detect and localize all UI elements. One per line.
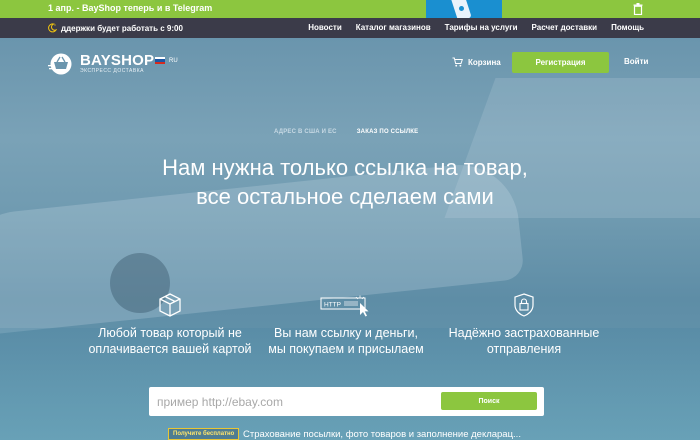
free-badge: Получите бесплатно	[168, 428, 240, 440]
hero-background	[0, 38, 700, 440]
nav-link-calculator[interactable]: Расчет доставки	[532, 23, 598, 32]
promo-bar: 1 апр. - BayShop теперь и в Telegram	[0, 0, 700, 18]
headline-line-2: все остальное сделаем сами	[196, 184, 494, 209]
cart-icon	[452, 57, 463, 67]
feature-1-line-1: Любой товар который не	[98, 326, 242, 340]
feature-1-line-2: оплачивается вашей картой	[88, 342, 252, 356]
nav-link-news[interactable]: Новости	[308, 23, 342, 32]
top-nav: ддержки будет работать с 9:00 Новости Ка…	[0, 18, 700, 38]
nav-link-catalog[interactable]: Каталог магазинов	[356, 23, 431, 32]
padlock-shield-icon	[514, 293, 534, 317]
register-button[interactable]: Регистрация	[512, 52, 609, 73]
feature-2-line-2: мы покупаем и присылаем	[268, 342, 424, 356]
service-tabs: АДРЕС В США И ЕС ЗАКАЗ ПО ССЫЛКЕ	[274, 129, 418, 135]
brand-tagline: ЭКСПРЕСС ДОСТАВКА	[80, 68, 144, 74]
hero-headline: Нам нужна только ссылка на товар, все ос…	[100, 153, 590, 211]
free-services-text: Страхование посылки, фото товаров и запо…	[243, 429, 521, 440]
language-selector[interactable]: RU	[155, 57, 178, 64]
feature-insured: Надёжно застрахованные отправления	[434, 293, 614, 357]
svg-text:HTTP: HTTP	[324, 302, 341, 309]
support-text: ддержки будет работать с 9:00	[61, 23, 183, 33]
nav-links: Новости Каталог магазинов Тарифы на услу…	[308, 23, 644, 32]
russia-flag-icon	[155, 57, 165, 64]
cart-link[interactable]: Корзина	[452, 57, 501, 67]
feature-3-line-1: Надёжно застрахованные	[448, 326, 600, 340]
feature-send-link: HTTP Вы нам ссылку и деньги, мы покупаем…	[256, 293, 436, 357]
cart-label: Корзина	[468, 57, 501, 67]
product-link-input[interactable]	[157, 393, 427, 410]
login-link[interactable]: Войти	[624, 57, 648, 66]
moon-icon	[48, 23, 57, 33]
tab-address[interactable]: АДРЕС В США И ЕС	[274, 129, 337, 135]
promo-text[interactable]: 1 апр. - BayShop теперь и в Telegram	[48, 3, 212, 13]
feature-2-line-1: Вы нам ссылку и деньги,	[274, 326, 418, 340]
logo-basket-icon	[48, 53, 72, 75]
brand-name: BAYSHOP	[80, 52, 155, 69]
nav-link-help[interactable]: Помощь	[611, 23, 644, 32]
trash-icon[interactable]	[633, 3, 643, 15]
search-button[interactable]: Поиск	[441, 392, 537, 410]
headline-line-1: Нам нужна только ссылка на товар,	[162, 155, 528, 180]
language-code: RU	[169, 57, 178, 64]
feature-any-product: Любой товар который не оплачивается ваше…	[80, 293, 260, 357]
support-hours: ддержки будет работать с 9:00	[47, 23, 183, 33]
http-link-icon: HTTP	[320, 295, 369, 317]
nav-link-tariffs[interactable]: Тарифы на услуги	[445, 23, 518, 32]
package-icon	[159, 293, 181, 317]
telegram-phone-icon[interactable]	[426, 0, 502, 18]
bayshop-logo[interactable]: BAYSHOP ЭКСПРЕСС ДОСТАВКА	[48, 53, 154, 75]
link-search-box: Поиск	[149, 387, 544, 416]
feature-3-line-2: отправления	[486, 342, 562, 356]
tab-order-by-link[interactable]: ЗАКАЗ ПО ССЫЛКЕ	[357, 129, 419, 135]
